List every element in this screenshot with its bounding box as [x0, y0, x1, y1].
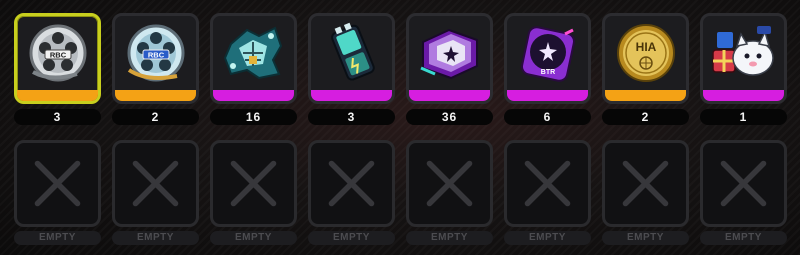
empty-label: EMPTY	[406, 231, 493, 245]
empty-label: EMPTY	[14, 231, 101, 245]
empty-slot-5[interactable]: EMPTY	[406, 140, 493, 245]
item-quantity: 1	[700, 109, 787, 125]
inventory-slot-6[interactable]: BTR 6	[504, 13, 591, 125]
film-reel-silver-icon: RBC	[21, 20, 94, 86]
empty-x-icon	[720, 160, 767, 207]
inventory-slot-3[interactable]: 16	[210, 13, 297, 125]
item-quantity: 36	[406, 109, 493, 125]
empty-slot-card[interactable]	[14, 140, 101, 227]
inventory-items-row: RBC 3 RBC 2 16 3 36 BTR 6 HIA 2 1	[14, 13, 794, 125]
circuit-chip-icon	[217, 20, 290, 86]
svg-text:HIA: HIA	[636, 40, 657, 54]
item-card-film-reel-silver[interactable]: RBC	[14, 13, 101, 104]
item-card-film-reel-blue[interactable]: RBC	[112, 13, 199, 104]
empty-label: EMPTY	[112, 231, 199, 245]
empty-label: EMPTY	[700, 231, 787, 245]
empty-slot-6[interactable]: EMPTY	[504, 140, 591, 245]
empty-slot-7[interactable]: EMPTY	[602, 140, 689, 245]
item-quantity: 6	[504, 109, 591, 125]
inventory-slot-8[interactable]: 1	[700, 13, 787, 125]
item-quantity: 3	[14, 109, 101, 125]
empty-x-icon	[230, 160, 277, 207]
empty-slot-3[interactable]: EMPTY	[210, 140, 297, 245]
inventory-slot-4[interactable]: 3	[308, 13, 395, 125]
empty-x-icon	[132, 160, 179, 207]
svg-text:RBC: RBC	[50, 51, 67, 60]
empty-slot-card[interactable]	[700, 140, 787, 227]
purple-star-cube-icon	[413, 20, 486, 86]
inventory-slot-1[interactable]: RBC 3	[14, 13, 101, 125]
inventory-slot-2[interactable]: RBC 2	[112, 13, 199, 125]
svg-text:RBC: RBC	[148, 51, 165, 60]
empty-x-icon	[426, 160, 473, 207]
empty-slot-1[interactable]: EMPTY	[14, 140, 101, 245]
item-card-gold-coin[interactable]: HIA	[602, 13, 689, 104]
empty-x-icon	[524, 160, 571, 207]
empty-slot-card[interactable]	[602, 140, 689, 227]
empty-x-icon	[328, 160, 375, 207]
inventory-slot-5[interactable]: 36	[406, 13, 493, 125]
empty-x-icon	[622, 160, 669, 207]
rarity-bar	[507, 90, 588, 101]
empty-slot-card[interactable]	[308, 140, 395, 227]
item-card-purple-disc-badge[interactable]: BTR	[504, 13, 591, 104]
battery-cell-icon	[315, 20, 388, 86]
empty-slot-2[interactable]: EMPTY	[112, 140, 199, 245]
empty-slot-card[interactable]	[210, 140, 297, 227]
empty-slot-card[interactable]	[504, 140, 591, 227]
empty-label: EMPTY	[602, 231, 689, 245]
item-card-purple-star-cube[interactable]	[406, 13, 493, 104]
item-quantity: 2	[112, 109, 199, 125]
rarity-bar	[409, 90, 490, 101]
item-quantity: 3	[308, 109, 395, 125]
cat-mascot-gifts-icon	[707, 20, 780, 86]
rarity-bar	[17, 90, 98, 101]
rarity-bar	[213, 90, 294, 101]
rarity-bar	[605, 90, 686, 101]
item-card-circuit-chip[interactable]	[210, 13, 297, 104]
empty-slots-row: EMPTY EMPTY EMPTY EMPTY EMPTY EMPTY EMPT…	[14, 140, 794, 245]
rarity-bar	[703, 90, 784, 101]
empty-slot-8[interactable]: EMPTY	[700, 140, 787, 245]
item-quantity: 2	[602, 109, 689, 125]
item-card-battery-cell[interactable]	[308, 13, 395, 104]
gold-hia-coin-icon: HIA	[609, 20, 682, 86]
empty-label: EMPTY	[504, 231, 591, 245]
item-card-cat-mascot[interactable]	[700, 13, 787, 104]
empty-slot-4[interactable]: EMPTY	[308, 140, 395, 245]
empty-label: EMPTY	[308, 231, 395, 245]
empty-slot-card[interactable]	[406, 140, 493, 227]
empty-slot-card[interactable]	[112, 140, 199, 227]
rarity-bar	[311, 90, 392, 101]
svg-text:BTR: BTR	[541, 69, 555, 76]
item-quantity: 16	[210, 109, 297, 125]
rarity-bar	[115, 90, 196, 101]
purple-disc-badge-icon: BTR	[511, 20, 584, 86]
empty-x-icon	[34, 160, 81, 207]
empty-label: EMPTY	[210, 231, 297, 245]
film-reel-blue-icon: RBC	[119, 20, 192, 86]
inventory-slot-7[interactable]: HIA 2	[602, 13, 689, 125]
